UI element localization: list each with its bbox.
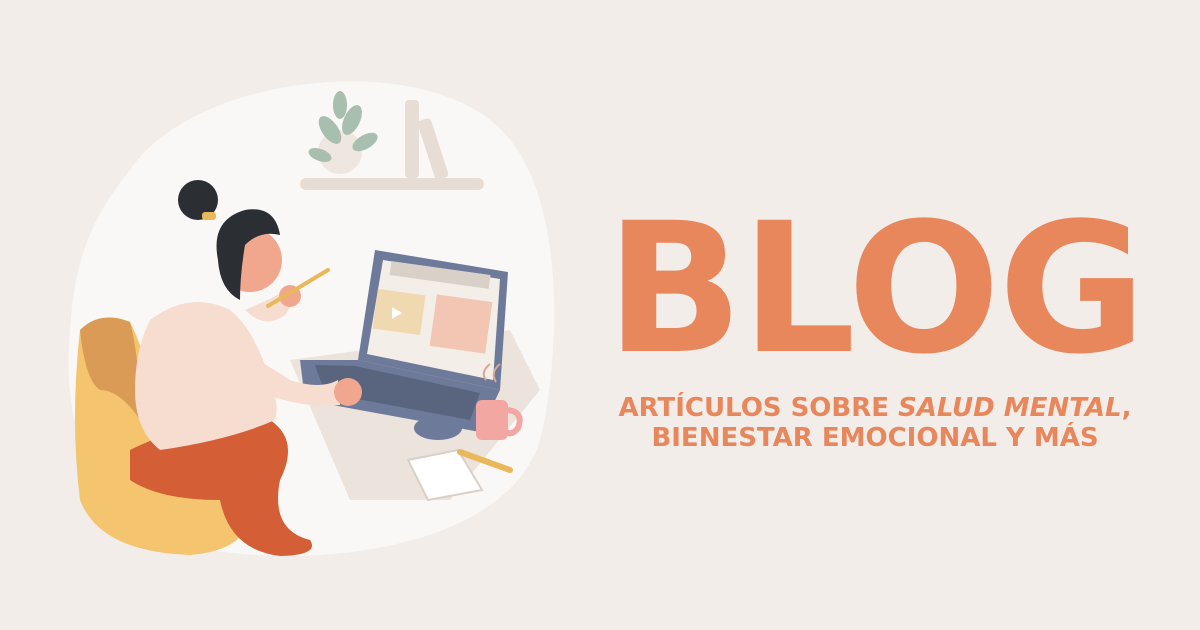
hero-illustration [40, 60, 580, 580]
subtitle-comma: , [1121, 393, 1132, 423]
subtitle-prefix: ARTÍCULOS SOBRE [618, 393, 899, 423]
blog-title: BLOG [605, 185, 1146, 394]
title-block: BLOG ARTÍCULOS SOBRE SALUD MENTAL, BIENE… [580, 200, 1170, 454]
mouse-icon [414, 416, 462, 440]
book-icon [405, 100, 419, 178]
subtitle-line2: BIENESTAR EMOCIONAL Y MÁS [651, 422, 1099, 453]
subtitle-emphasis: SALUD MENTAL [898, 393, 1122, 423]
shelf [300, 178, 484, 190]
subtitle: ARTÍCULOS SOBRE SALUD MENTAL, BIENESTAR … [580, 393, 1170, 454]
